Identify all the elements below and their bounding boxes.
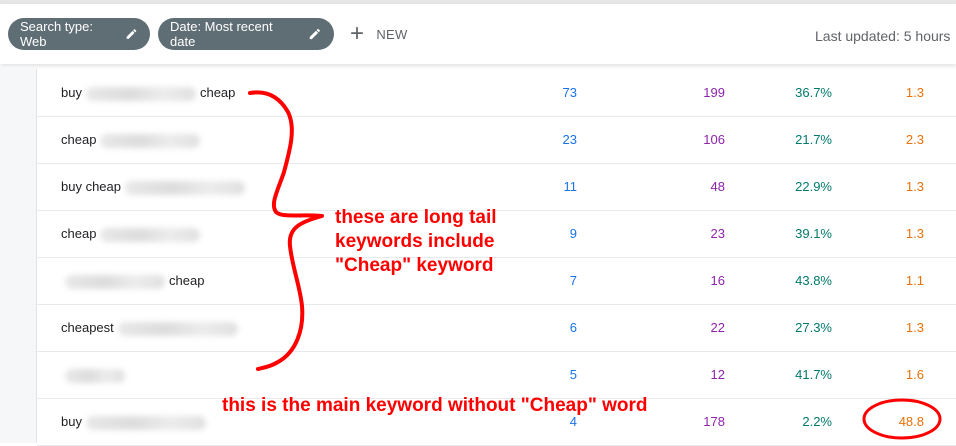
last-updated-text: Last updated: 5 hours: [815, 28, 951, 44]
query-cell[interactable]: cheapest: [61, 304, 242, 351]
position-cell: 2.3: [905, 132, 924, 147]
clicks-cell: 7: [569, 273, 577, 288]
position-cell: 1.6: [905, 367, 924, 382]
query-text-start: cheap: [61, 132, 97, 147]
redacted-query-text: [65, 368, 125, 383]
main-keyword-annotation: this is the main keyword without "Cheap"…: [222, 395, 648, 416]
new-filter-button[interactable]: + NEW: [350, 18, 408, 50]
position-cell: 1.3: [905, 179, 924, 194]
clicks-cell: 5: [569, 367, 577, 382]
redacted-query-text: [65, 274, 165, 289]
plus-icon: +: [350, 20, 365, 47]
ctr-cell: 2.2%: [802, 414, 832, 429]
clicks-cell: 11: [563, 179, 578, 194]
query-text-start: buy cheap: [61, 179, 121, 194]
position-cell: 1.3: [905, 85, 924, 100]
search-type-filter-label: Search type: Web: [20, 19, 93, 49]
date-filter-label: Date: Most recent date: [170, 19, 273, 49]
ctr-cell: 43.8%: [795, 273, 832, 288]
ctr-cell: 21.7%: [795, 132, 832, 147]
long-tail-annotation: these are long tail keywords include "Ch…: [335, 206, 497, 278]
table-row[interactable]: cheapest 6 22 27.3% 1.3: [37, 304, 956, 352]
position-cell: 48.8: [898, 414, 924, 429]
annotation-line: these are long tail: [335, 207, 497, 228]
redacted-query-text: [85, 86, 196, 101]
date-filter-chip[interactable]: Date: Most recent date: [158, 18, 334, 50]
query-cell[interactable]: buy cheap: [61, 69, 235, 116]
clicks-cell: 23: [562, 132, 577, 147]
table-row[interactable]: cheap 23 106 21.7% 2.3: [37, 116, 956, 164]
impressions-cell: 16: [710, 273, 725, 288]
annotation-line: "Cheap" keyword: [335, 255, 494, 276]
impressions-cell: 106: [703, 132, 725, 147]
new-filter-label: NEW: [376, 26, 408, 42]
clicks-cell: 9: [569, 226, 577, 241]
table-row[interactable]: 5 12 41.7% 1.6: [37, 351, 956, 399]
redacted-query-text: [100, 227, 201, 242]
impressions-cell: 12: [710, 367, 725, 382]
redacted-query-text: [125, 180, 245, 195]
filter-toolbar: Search type: Web Date: Most recent date …: [0, 4, 956, 64]
impressions-cell: 199: [703, 85, 725, 100]
edit-pencil-icon[interactable]: [308, 27, 322, 41]
query-cell[interactable]: buy cheap: [61, 163, 249, 210]
position-cell: 1.3: [905, 226, 924, 241]
query-text-start: buy: [61, 414, 82, 429]
table-row[interactable]: buy cheap 11 48 22.9% 1.3: [37, 163, 956, 211]
query-text-end: cheap: [169, 273, 205, 288]
position-cell: 1.3: [905, 320, 924, 335]
redacted-query-text: [100, 133, 201, 148]
impressions-cell: 23: [710, 226, 725, 241]
ctr-cell: 39.1%: [795, 226, 832, 241]
query-cell[interactable]: buy: [61, 398, 210, 445]
clicks-cell: 6: [569, 320, 577, 335]
impressions-cell: 178: [703, 414, 725, 429]
query-cell[interactable]: cheap: [61, 210, 204, 257]
impressions-cell: 22: [710, 320, 725, 335]
ctr-cell: 41.7%: [795, 367, 832, 382]
table-row[interactable]: buy cheap 73 199 36.7% 1.3: [37, 69, 956, 117]
query-text-end: cheap: [199, 85, 236, 100]
ctr-cell: 36.7%: [795, 85, 832, 100]
clicks-cell: 73: [562, 85, 577, 100]
impressions-cell: 48: [710, 179, 725, 194]
left-gutter: [0, 67, 36, 443]
redacted-query-text: [85, 415, 206, 430]
query-cell[interactable]: [61, 351, 129, 398]
query-text-start: buy: [61, 85, 82, 100]
ctr-cell: 22.9%: [795, 179, 832, 194]
ctr-cell: 27.3%: [795, 320, 832, 335]
edit-pencil-icon[interactable]: [125, 27, 138, 41]
query-text-start: cheap: [61, 226, 97, 241]
annotation-line: keywords include: [335, 231, 495, 252]
query-cell[interactable]: cheap: [61, 257, 204, 304]
redacted-query-text: [117, 321, 238, 336]
position-cell: 1.1: [905, 273, 924, 288]
query-cell[interactable]: cheap: [61, 116, 204, 163]
search-type-filter-chip[interactable]: Search type: Web: [8, 18, 150, 50]
query-text-start: cheapest: [61, 320, 114, 335]
